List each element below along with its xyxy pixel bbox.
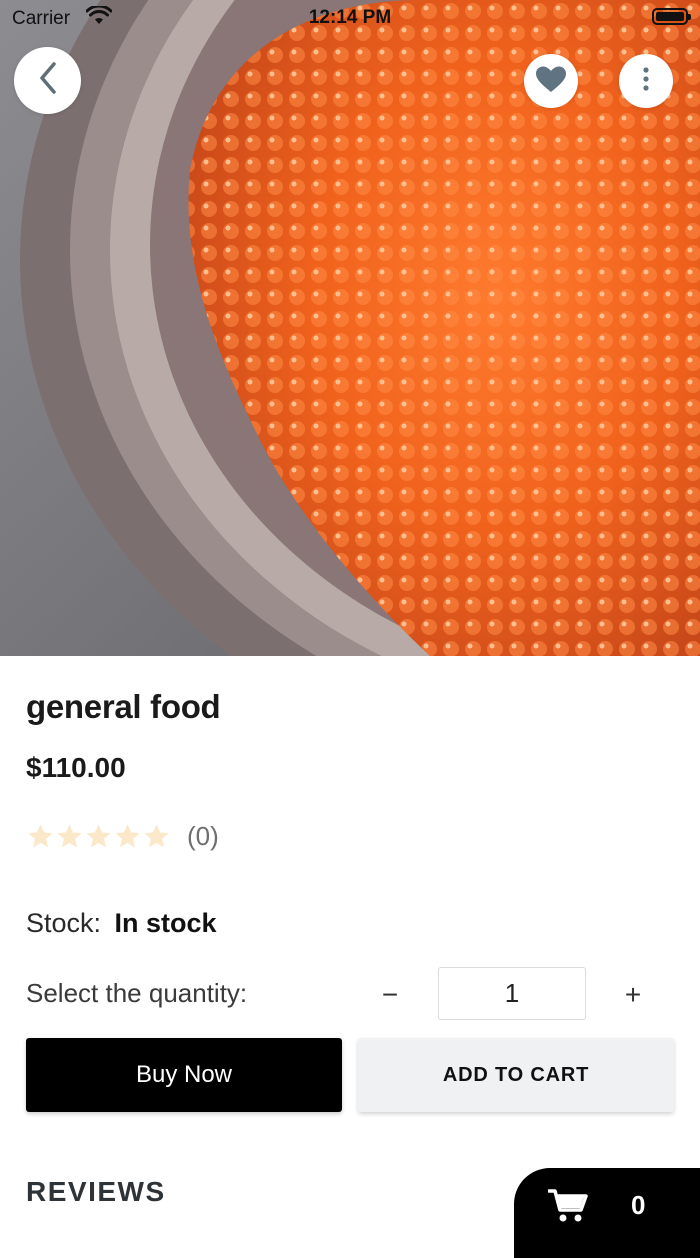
shopping-cart-icon (547, 1188, 588, 1229)
battery-icon (652, 8, 691, 25)
rating: (0) (26, 818, 219, 854)
product-price: $110.00 (26, 752, 126, 783)
favorite-button[interactable] (524, 54, 578, 108)
add-to-cart-button[interactable]: ADD TO CART (358, 1038, 674, 1112)
star-icon (142, 822, 171, 851)
quantity-increment-button[interactable]: + (613, 977, 653, 1013)
product-image (0, 0, 700, 656)
star-icon (84, 822, 113, 851)
chevron-left-icon (36, 60, 60, 101)
buy-now-button[interactable]: Buy Now (26, 1038, 342, 1112)
stock-value: In stock (114, 908, 217, 938)
star-icon (113, 822, 142, 851)
product-title: general food (26, 688, 221, 725)
star-icon (55, 822, 84, 851)
stock-label: Stock: (26, 908, 102, 938)
cart-button[interactable]: 0 (514, 1168, 700, 1258)
more-options-button[interactable] (619, 54, 673, 108)
stock-status: Stock: In stock (26, 908, 217, 939)
reviews-heading: REVIEWS (26, 1176, 166, 1207)
quantity-label: Select the quantity: (26, 978, 248, 1008)
clock: 12:14 PM (308, 7, 392, 28)
quantity-decrement-button[interactable]: − (370, 977, 410, 1013)
status-bar: Carrier 12:14 PM (0, 0, 700, 38)
quantity-input[interactable] (438, 967, 586, 1020)
heart-icon (535, 65, 567, 98)
star-icon (26, 822, 55, 851)
cart-count: 0 (631, 1190, 646, 1220)
back-button[interactable] (14, 47, 81, 114)
more-vertical-icon (642, 66, 650, 97)
rating-count: (0) (187, 820, 219, 851)
